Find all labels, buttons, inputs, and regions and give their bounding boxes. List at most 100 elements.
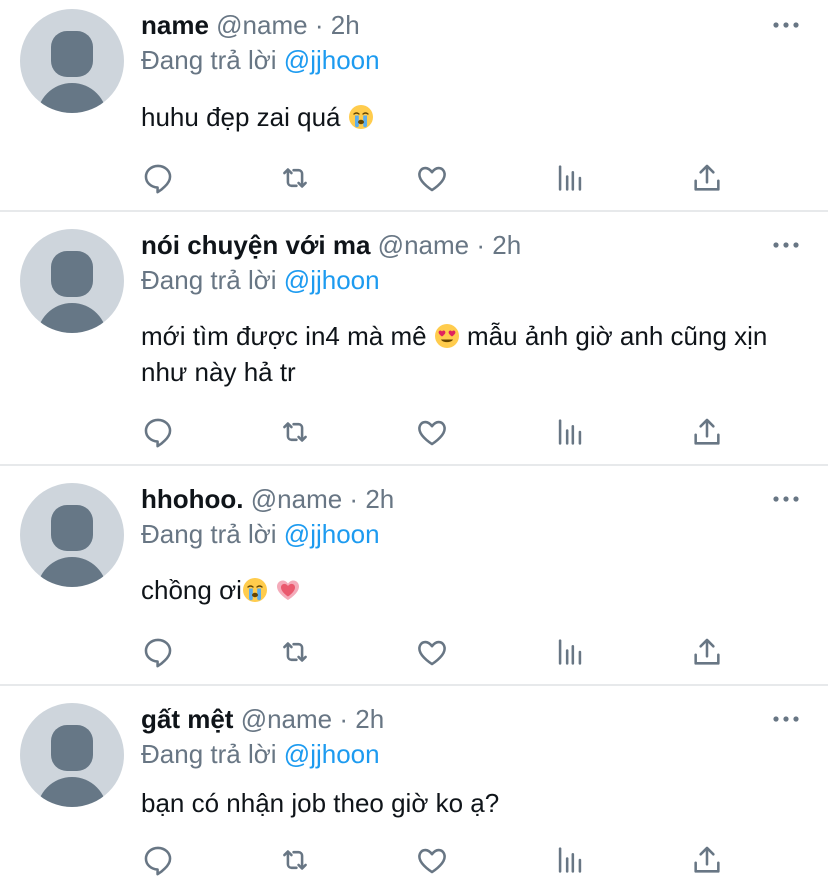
reply-button[interactable] [138,158,178,198]
tweet[interactable]: nói chuyện với ma @name · 2h Đang trả lờ… [0,220,828,466]
retweet-button[interactable] [275,412,315,452]
retweet-button[interactable] [275,158,315,198]
crying-face-emoji-icon [242,577,268,603]
tweet-header: nói chuyện với ma @name · 2h [141,227,521,263]
mention-link[interactable]: @jjhoon [284,739,380,769]
share-button[interactable] [687,412,727,452]
replying-to: Đang trả lời @jjhoon [141,262,380,298]
tweet-header: name @name · 2h [141,7,360,43]
tweet-text-content: huhu đẹp zai quá [141,102,341,132]
share-icon [690,843,724,877]
avatar[interactable] [20,483,124,587]
avatar[interactable] [20,229,124,333]
tweet-text-content: bạn có nhận job theo giờ ko ạ? [141,788,500,818]
retweet-icon [278,161,312,195]
mention-link[interactable]: @jjhoon [284,45,380,75]
analytics-button[interactable] [550,632,590,672]
like-button[interactable] [412,158,452,198]
retweet-button[interactable] [275,632,315,672]
action-bar [0,412,828,452]
action-bar [0,840,828,880]
reply-icon [141,415,175,449]
separator-dot: · [339,704,349,734]
replying-to: Đang trả lời @jjhoon [141,42,380,78]
analytics-icon [553,635,587,669]
display-name[interactable]: name [141,10,209,40]
analytics-icon [553,415,587,449]
separator-dot: · [476,230,486,260]
analytics-icon [553,161,587,195]
timestamp[interactable]: 2h [365,484,394,514]
retweet-icon [278,415,312,449]
retweet-icon [278,635,312,669]
avatar[interactable] [20,703,124,807]
share-button[interactable] [687,840,727,880]
timestamp[interactable]: 2h [355,704,384,734]
analytics-button[interactable] [550,158,590,198]
user-handle[interactable]: @name [251,484,342,514]
reply-icon [141,161,175,195]
separator-dot: · [349,484,359,514]
reply-button[interactable] [138,840,178,880]
tweet-header: gất mệt @name · 2h [141,701,384,737]
like-icon [415,415,449,449]
replying-prefix: Đang trả lời [141,45,277,75]
analytics-button[interactable] [550,840,590,880]
timestamp[interactable]: 2h [331,10,360,40]
tweet-text-content: mới tìm được in4 mà mê [141,321,427,351]
user-handle[interactable]: @name [241,704,332,734]
tweet[interactable]: hhohoo. @name · 2h Đang trả lời @jjhoon … [0,474,828,686]
tweet-text: bạn có nhận job theo giờ ko ạ? [141,785,811,821]
avatar[interactable] [20,9,124,113]
reply-button[interactable] [138,412,178,452]
tweet-text-content: chồng ơi [141,575,242,605]
user-handle[interactable]: @name [378,230,469,260]
replying-prefix: Đang trả lời [141,519,277,549]
share-button[interactable] [687,632,727,672]
share-icon [690,635,724,669]
replying-prefix: Đang trả lời [141,265,277,295]
analytics-button[interactable] [550,412,590,452]
share-icon [690,161,724,195]
action-bar [0,158,828,198]
like-icon [415,635,449,669]
share-button[interactable] [687,158,727,198]
user-handle[interactable]: @name [216,10,307,40]
heart-eyes-face-emoji-icon [434,323,460,349]
display-name[interactable]: gất mệt [141,704,233,734]
replying-to: Đang trả lời @jjhoon [141,516,380,552]
reply-icon [141,635,175,669]
more-options-icon[interactable] [770,232,802,258]
crying-face-emoji-icon [348,104,374,130]
like-button[interactable] [412,412,452,452]
tweet-text: huhu đẹp zai quá [141,99,811,135]
retweet-icon [278,843,312,877]
display-name[interactable]: hhohoo. [141,484,244,514]
retweet-button[interactable] [275,840,315,880]
analytics-icon [553,843,587,877]
tweet-text: mới tìm được in4 mà mê mẫu ảnh giờ anh c… [141,318,811,390]
share-icon [690,415,724,449]
timestamp[interactable]: 2h [492,230,521,260]
tweet-text: chồng ơi [141,572,811,608]
reply-icon [141,843,175,877]
tweet[interactable]: gất mệt @name · 2h Đang trả lời @jjhoon … [0,694,828,885]
mention-link[interactable]: @jjhoon [284,519,380,549]
like-icon [415,843,449,877]
more-options-icon[interactable] [770,706,802,732]
reply-button[interactable] [138,632,178,672]
replying-to: Đang trả lời @jjhoon [141,736,380,772]
separator-dot: · [314,10,324,40]
pink-heart-emoji-icon [275,577,301,603]
mention-link[interactable]: @jjhoon [284,265,380,295]
tweet[interactable]: name @name · 2h Đang trả lời @jjhoon huh… [0,0,828,212]
more-options-icon[interactable] [770,486,802,512]
more-options-icon[interactable] [770,12,802,38]
replying-prefix: Đang trả lời [141,739,277,769]
like-icon [415,161,449,195]
tweet-header: hhohoo. @name · 2h [141,481,394,517]
action-bar [0,632,828,672]
display-name[interactable]: nói chuyện với ma [141,230,370,260]
like-button[interactable] [412,632,452,672]
like-button[interactable] [412,840,452,880]
